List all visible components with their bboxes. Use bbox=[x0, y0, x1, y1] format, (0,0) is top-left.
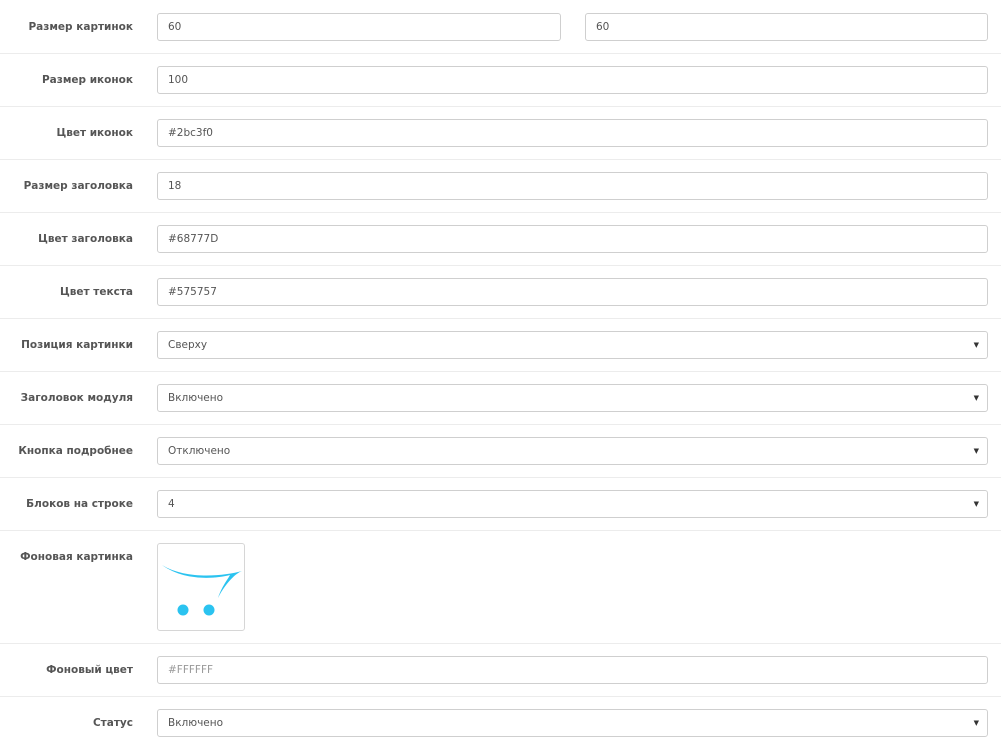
background-image-label: Фоновая картинка bbox=[20, 551, 133, 563]
background-color-label: Фоновый цвет bbox=[46, 664, 133, 676]
blocks-per-row-select[interactable]: 4 ▼ bbox=[157, 490, 988, 518]
icon-color-label: Цвет иконок bbox=[56, 127, 133, 139]
more-button-value: Отключено bbox=[168, 445, 231, 457]
row-title-size: Размер заголовка 18 bbox=[0, 160, 1001, 213]
image-position-select[interactable]: Сверху ▼ bbox=[157, 331, 988, 359]
title-color-input[interactable]: #68777D bbox=[157, 225, 988, 253]
status-select[interactable]: Включено ▼ bbox=[157, 709, 988, 737]
title-size-label: Размер заголовка bbox=[23, 180, 133, 192]
module-title-label: Заголовок модуля bbox=[20, 392, 133, 404]
blocks-per-row-value: 4 bbox=[168, 498, 175, 510]
row-title-color: Цвет заголовка #68777D bbox=[0, 213, 1001, 266]
icon-size-input[interactable]: 100 bbox=[157, 66, 988, 94]
row-icon-color: Цвет иконок #2bc3f0 bbox=[0, 107, 1001, 160]
row-image-size: Размер картинок 60 60 bbox=[0, 0, 1001, 54]
blocks-per-row-label: Блоков на строке bbox=[26, 498, 133, 510]
opencart-cart-logo-icon bbox=[162, 565, 242, 616]
row-text-color: Цвет текста #575757 bbox=[0, 266, 1001, 319]
row-status: Статус Включено ▼ bbox=[0, 697, 1001, 750]
more-button-select[interactable]: Отключено ▼ bbox=[157, 437, 988, 465]
module-title-select[interactable]: Включено ▼ bbox=[157, 384, 988, 412]
title-color-label: Цвет заголовка bbox=[38, 233, 133, 245]
image-position-value: Сверху bbox=[168, 339, 208, 351]
row-background-image: Фоновая картинка bbox=[0, 531, 1001, 644]
image-position-label: Позиция картинки bbox=[21, 339, 133, 351]
row-module-title: Заголовок модуля Включено ▼ bbox=[0, 372, 1001, 425]
status-value: Включено bbox=[168, 717, 224, 729]
more-button-label: Кнопка подробнее bbox=[18, 445, 133, 457]
image-width-input[interactable]: 60 bbox=[157, 13, 561, 41]
row-image-position: Позиция картинки Сверху ▼ bbox=[0, 319, 1001, 372]
chevron-down-icon: ▼ bbox=[973, 719, 979, 727]
chevron-down-icon: ▼ bbox=[973, 341, 979, 349]
text-color-label: Цвет текста bbox=[60, 286, 133, 298]
text-color-input[interactable]: #575757 bbox=[157, 278, 988, 306]
icon-color-input[interactable]: #2bc3f0 bbox=[157, 119, 988, 147]
chevron-down-icon: ▼ bbox=[973, 500, 979, 508]
title-size-input[interactable]: 18 bbox=[157, 172, 988, 200]
image-size-label: Размер картинок bbox=[28, 21, 133, 33]
chevron-down-icon: ▼ bbox=[973, 394, 979, 402]
status-label: Статус bbox=[92, 717, 133, 729]
chevron-down-icon: ▼ bbox=[973, 447, 979, 455]
background-color-input[interactable]: #FFFFFF bbox=[157, 656, 988, 684]
background-image-thumbnail[interactable] bbox=[157, 543, 245, 631]
row-more-button: Кнопка подробнее Отключено ▼ bbox=[0, 425, 1001, 478]
row-background-color: Фоновый цвет #FFFFFF bbox=[0, 644, 1001, 697]
image-height-input[interactable]: 60 bbox=[585, 13, 988, 41]
module-title-value: Включено bbox=[168, 392, 224, 404]
row-icon-size: Размер иконок 100 bbox=[0, 54, 1001, 107]
icon-size-label: Размер иконок bbox=[41, 74, 133, 86]
row-blocks-per-row: Блоков на строке 4 ▼ bbox=[0, 478, 1001, 531]
